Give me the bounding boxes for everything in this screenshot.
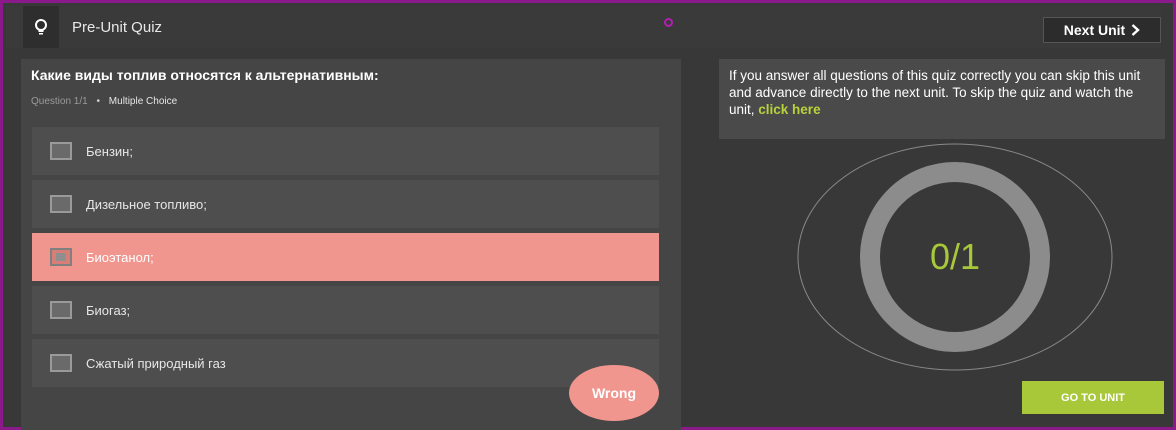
question-number: Question 1/1 <box>31 96 88 107</box>
answer-option-1[interactable]: Бензин; <box>32 127 659 175</box>
indicator-dot <box>664 18 673 27</box>
chevron-right-icon <box>1131 24 1141 36</box>
skip-info-box: If you answer all questions of this quiz… <box>719 59 1165 139</box>
wrong-feedback-badge: Wrong <box>569 365 659 421</box>
checkbox[interactable] <box>50 301 72 319</box>
next-unit-button[interactable]: Next Unit <box>1043 17 1161 43</box>
option-label: Дизельное топливо; <box>86 196 207 212</box>
header-bar: Pre-Unit Quiz Next Unit <box>6 6 1161 48</box>
quiz-frame: Pre-Unit Quiz Next Unit Какие виды топли… <box>0 0 1176 430</box>
check-mark <box>56 253 66 261</box>
meta-separator: • <box>96 96 101 107</box>
question-type: Multiple Choice <box>108 96 178 107</box>
score-value: 0/1 <box>929 236 981 277</box>
option-label: Бензин; <box>86 143 133 159</box>
question-meta: Question 1/1 • Multiple Choice <box>31 96 177 107</box>
checkbox[interactable] <box>50 142 72 160</box>
score-ring: 0/1 <box>795 141 1115 373</box>
option-label: Сжатый природный газ <box>86 355 226 371</box>
checkbox[interactable] <box>50 354 72 372</box>
question-text: Какие виды топлив относятся к альтернати… <box>31 67 379 83</box>
go-to-unit-button[interactable]: GO TO UNIT <box>1022 381 1164 414</box>
answer-option-2[interactable]: Дизельное топливо; <box>32 180 659 228</box>
option-label: Биогаз; <box>86 302 131 318</box>
page-title: Pre-Unit Quiz <box>72 19 163 36</box>
checkbox[interactable] <box>50 195 72 213</box>
logo-tab[interactable] <box>23 6 59 48</box>
answer-option-3[interactable]: Биоэтанол; <box>32 233 659 281</box>
answer-option-4[interactable]: Биогаз; <box>32 286 659 334</box>
question-panel: Какие виды топлив относятся к альтернати… <box>21 59 681 430</box>
click-here-link[interactable]: click here <box>758 102 820 117</box>
answer-option-5[interactable]: Сжатый природный газ <box>32 339 659 387</box>
checkbox-checked[interactable] <box>50 248 72 266</box>
lightbulb-icon <box>35 19 47 35</box>
option-label: Биоэтанол; <box>86 249 154 265</box>
next-unit-label: Next Unit <box>1063 22 1126 38</box>
